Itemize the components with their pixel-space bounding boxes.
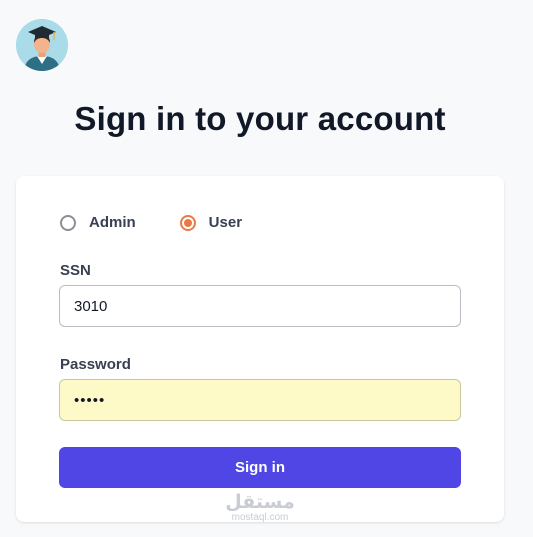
admin-radio[interactable] bbox=[60, 214, 76, 231]
password-input[interactable] bbox=[59, 379, 461, 421]
role-option-user[interactable]: User bbox=[179, 214, 243, 231]
user-label: User bbox=[208, 214, 243, 231]
role-option-admin[interactable]: Admin bbox=[60, 214, 136, 231]
graduate-avatar-icon bbox=[16, 19, 68, 71]
login-card: Admin User SSN Password Sign in مستقل mo… bbox=[16, 176, 504, 523]
watermark-main: مستقل bbox=[225, 492, 295, 513]
watermark-sub: mostaql.com bbox=[231, 512, 289, 523]
user-radio[interactable] bbox=[179, 214, 196, 231]
role-selector: Admin User bbox=[60, 214, 242, 231]
watermark-logo: مستقل mostaql.com bbox=[16, 492, 504, 523]
ssn-label: SSN bbox=[60, 262, 91, 279]
ssn-input[interactable] bbox=[59, 285, 461, 327]
password-label: Password bbox=[60, 356, 131, 373]
admin-label: Admin bbox=[89, 214, 136, 231]
sign-in-button[interactable]: Sign in bbox=[59, 447, 461, 488]
page-title: Sign in to your account bbox=[74, 100, 446, 137]
